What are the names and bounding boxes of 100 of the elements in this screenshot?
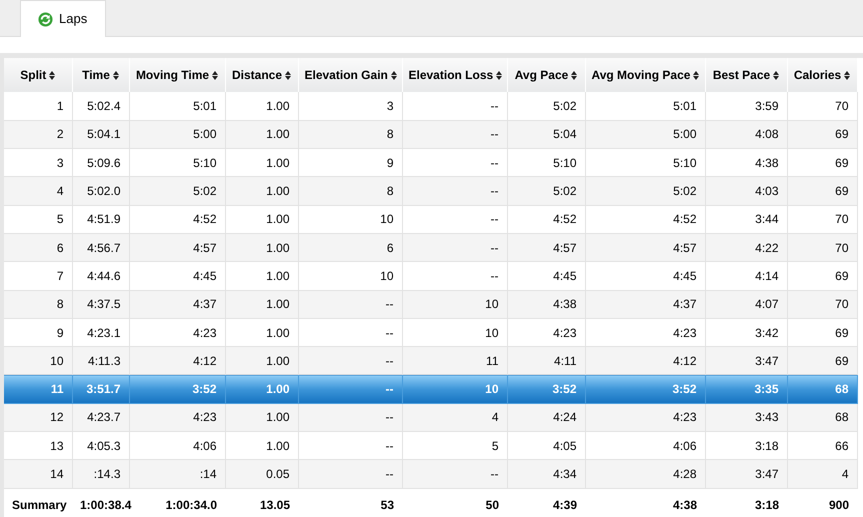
table-cell: 4:14 — [705, 262, 787, 290]
table-cell: 12 — [4, 403, 72, 432]
table-cell: 4 — [4, 176, 72, 206]
table-cell: 11 — [402, 346, 507, 375]
table-cell: 1.00 — [225, 233, 298, 262]
table-cell: 4:03 — [705, 176, 787, 206]
column-header[interactable]: Elevation Gain — [298, 58, 402, 92]
column-header[interactable]: Calories — [787, 58, 857, 92]
sort-icon — [49, 71, 56, 80]
column-header[interactable]: Avg Moving Pace — [585, 58, 705, 92]
table-cell: 3:44 — [705, 205, 787, 234]
table-cell: 4:52 — [507, 205, 585, 234]
table-cell: 4:51.9 — [72, 205, 129, 234]
table-cell: 3:51.7 — [72, 374, 129, 404]
table-cell: 1.00 — [225, 92, 298, 120]
table-cell: 4:44.6 — [72, 262, 129, 290]
table-cell: 69 — [787, 120, 857, 149]
table-cell: 5:04 — [507, 120, 585, 149]
table-cell: 4:57 — [585, 233, 705, 262]
table-cell: 5:01 — [129, 92, 225, 120]
table-cell: 69 — [787, 346, 857, 375]
table-cell: -- — [402, 120, 507, 149]
table-cell: -- — [298, 290, 402, 318]
table-cell: 1.00 — [225, 346, 298, 375]
summary-cell: 4:38 — [585, 488, 705, 517]
summary-cell: 50 — [402, 488, 507, 517]
sort-icon — [496, 71, 502, 80]
sort-icon — [693, 71, 700, 80]
sort-icon — [112, 71, 119, 80]
table-cell: 4:34 — [507, 460, 585, 488]
table-cell: 7 — [4, 262, 72, 290]
table-cell: 4:11 — [507, 346, 585, 375]
table-cell: 4:08 — [705, 120, 787, 149]
table-cell: :14.3 — [72, 460, 129, 488]
table-cell: 1.00 — [225, 403, 298, 432]
table-cell: 4:23 — [585, 403, 705, 432]
table-cell: -- — [402, 233, 507, 262]
table-cell: 1 — [4, 92, 72, 120]
table-cell: 10 — [402, 374, 507, 404]
table-cell: 4:57 — [507, 233, 585, 262]
table-cell: 5:02 — [507, 92, 585, 120]
table-cell: -- — [298, 403, 402, 432]
table-cell: 5:00 — [129, 120, 225, 149]
table-cell: 4:45 — [585, 262, 705, 290]
table-cell: 4:37 — [585, 290, 705, 318]
table-cell: -- — [298, 460, 402, 488]
table-cell: 4:57 — [129, 233, 225, 262]
table-cell: 4:12 — [129, 346, 225, 375]
column-header[interactable]: Best Pace — [705, 58, 787, 92]
sort-icon — [285, 71, 292, 80]
table-cell: 3:47 — [705, 460, 787, 488]
table-cell: 1.00 — [225, 120, 298, 149]
table-cell: 6 — [4, 233, 72, 262]
table-cell: 5:00 — [585, 120, 705, 149]
table-cell: 4:56.7 — [72, 233, 129, 262]
table-cell: 4 — [787, 460, 857, 488]
table-cell: 10 — [402, 290, 507, 318]
summary-cell: 13.05 — [225, 488, 298, 517]
tab[interactable]: Laps — [20, 0, 106, 37]
table-cell: 11 — [4, 374, 72, 404]
table-cell: 4:52 — [585, 205, 705, 234]
column-header[interactable]: Distance — [225, 58, 298, 92]
table-cell: 4:52 — [129, 205, 225, 234]
table-cell: 10 — [298, 262, 402, 290]
table-cell: 10 — [4, 346, 72, 375]
table-cell: 2 — [4, 120, 72, 149]
table-cell: 14 — [4, 460, 72, 488]
table-cell: 1.00 — [225, 205, 298, 234]
table-cell: -- — [402, 176, 507, 206]
table-cell: 5:02.4 — [72, 92, 129, 120]
table-cell: 3:43 — [705, 403, 787, 432]
table-cell: 0.05 — [225, 460, 298, 488]
table-cell: 70 — [787, 233, 857, 262]
table-cell: -- — [298, 346, 402, 375]
table-cell: 69 — [787, 262, 857, 290]
column-header[interactable]: Split — [4, 58, 72, 92]
column-header[interactable]: Elevation Loss — [402, 58, 507, 92]
summary-label: Summary — [4, 488, 72, 517]
table-cell: 5:02.0 — [72, 176, 129, 206]
column-header[interactable]: Time — [72, 58, 129, 92]
table-cell: 8 — [298, 120, 402, 149]
table-cell: 70 — [787, 92, 857, 120]
sort-icon — [571, 71, 578, 80]
column-header[interactable]: Avg Pace — [507, 58, 585, 92]
table-cell: 4:37.5 — [72, 290, 129, 318]
table-cell: 4:07 — [705, 290, 787, 318]
table-cell: 3:47 — [705, 346, 787, 375]
table-cell: -- — [298, 374, 402, 404]
table-cell: 6 — [298, 233, 402, 262]
table-cell: 4 — [402, 403, 507, 432]
table-cell: 4:12 — [585, 346, 705, 375]
table-cell: 1.00 — [225, 262, 298, 290]
column-header[interactable]: Moving Time — [129, 58, 225, 92]
table-cell: 4:28 — [585, 460, 705, 488]
table-cell: 4:11.3 — [72, 346, 129, 375]
table-cell: 68 — [787, 374, 857, 404]
table-cell: 4:23 — [129, 403, 225, 432]
sort-icon — [773, 71, 780, 80]
summary-cell: 1:00:38.4 — [72, 488, 129, 517]
table-cell: 3:59 — [705, 92, 787, 120]
